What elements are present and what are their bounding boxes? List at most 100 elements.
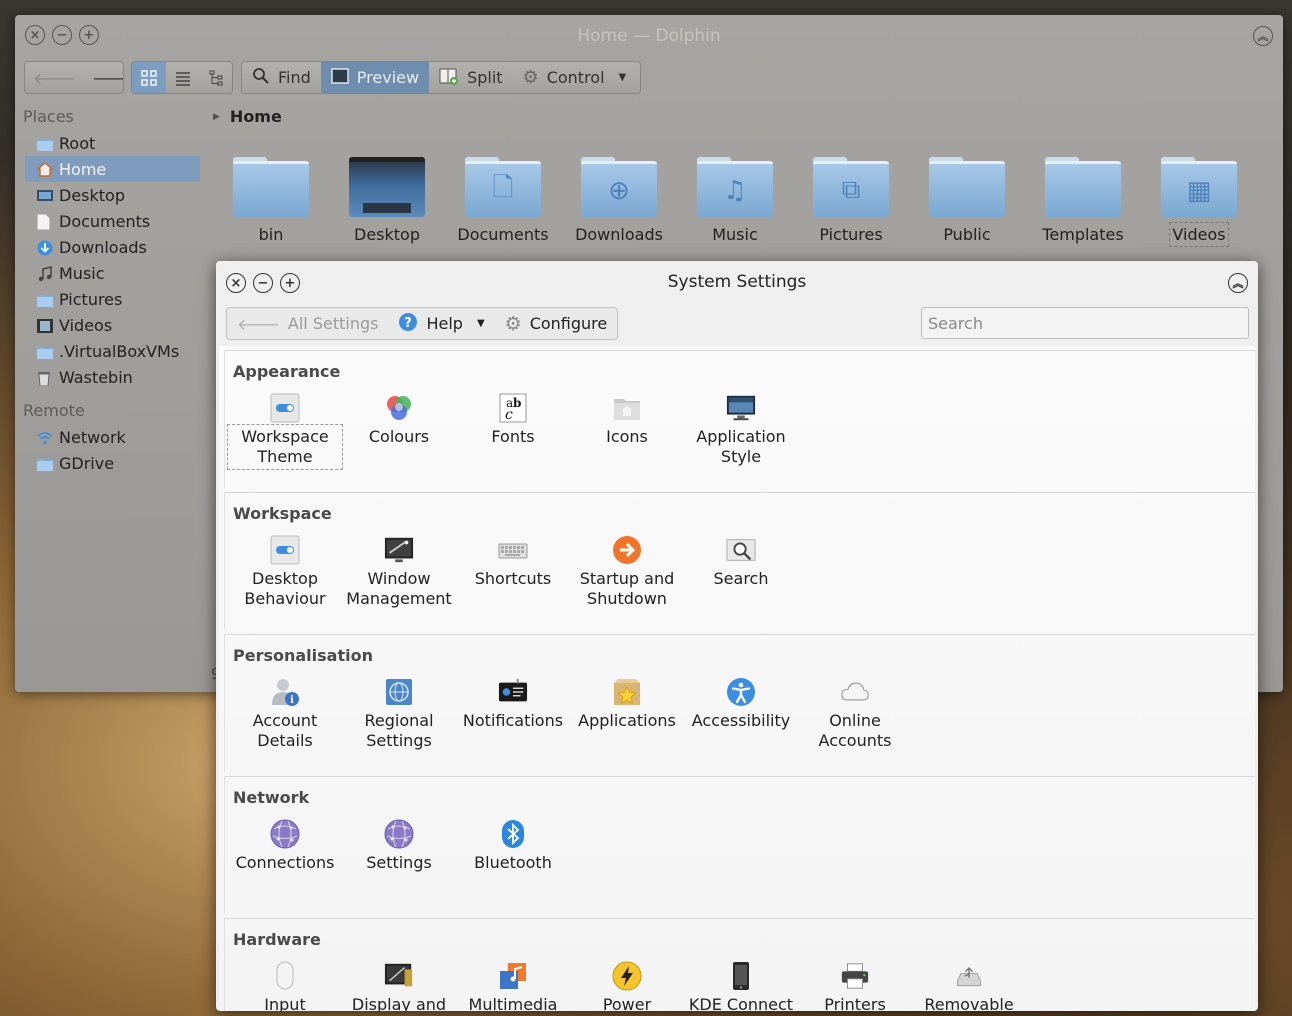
- module-display-and[interactable]: Display and: [344, 961, 454, 1011]
- folder-item[interactable]: ▦ Videos: [1141, 153, 1257, 247]
- places-item-music[interactable]: Music: [25, 260, 200, 286]
- module-label-line1: Online: [829, 711, 881, 730]
- module-label: Multimedia: [458, 995, 568, 1011]
- module-multimedia[interactable]: Multimedia: [458, 961, 568, 1011]
- control-label: Control: [546, 68, 605, 87]
- places-item-documents[interactable]: Documents: [25, 208, 200, 234]
- folder-label: Videos: [1169, 222, 1229, 247]
- places-item-network[interactable]: Network: [25, 424, 200, 450]
- monitor-icon: [726, 393, 756, 423]
- module-connections[interactable]: Connections: [230, 819, 340, 873]
- module-label: Settings: [344, 853, 454, 873]
- places-item-downloads[interactable]: Downloads: [25, 234, 200, 260]
- module-notifications[interactable]: Notifications: [458, 677, 568, 731]
- search-input[interactable]: [921, 307, 1249, 339]
- all-settings-button[interactable]: 🡐 All Settings: [227, 308, 388, 339]
- module-desktop-behaviour[interactable]: Desktop Behaviour: [230, 535, 340, 609]
- module-label-line1: Search: [713, 569, 769, 588]
- notification-icon: [498, 677, 528, 707]
- section-title: Appearance: [233, 362, 341, 381]
- module-settings[interactable]: Settings: [344, 819, 454, 873]
- module-label-line2: Details: [257, 731, 313, 750]
- module-label-line1: Icons: [606, 427, 648, 446]
- places-item-desktop[interactable]: Desktop: [25, 182, 200, 208]
- module-label-line1: Account: [252, 711, 318, 730]
- help-button[interactable]: ? Help ▼: [388, 308, 494, 339]
- module-accessibility[interactable]: Accessibility: [686, 677, 796, 731]
- folder-item[interactable]: bin: [213, 153, 329, 244]
- details-view-icon[interactable]: [166, 62, 200, 93]
- places-item-wastebin[interactable]: Wastebin: [25, 364, 200, 390]
- folder-item[interactable]: Templates: [1025, 153, 1141, 244]
- places-item-label: Network: [59, 427, 126, 447]
- places-item-home[interactable]: Home: [25, 156, 200, 182]
- section-hardware: Hardware Input Display and Multimedia Power K…: [224, 918, 1255, 1011]
- module-input[interactable]: Input: [230, 961, 340, 1011]
- back-arrow-icon[interactable]: 🡐: [25, 62, 84, 93]
- preview-button[interactable]: Preview: [320, 62, 430, 93]
- icons-view-icon[interactable]: [132, 62, 166, 93]
- folder-item[interactable]: Public: [909, 153, 1025, 244]
- magnifier-icon: [252, 67, 270, 89]
- usb-drive-icon: [954, 961, 984, 991]
- module-kde-connect[interactable]: KDE Connect: [686, 961, 796, 1011]
- svg-text:?: ?: [405, 316, 413, 331]
- places-item-label: Documents: [59, 211, 151, 231]
- svg-text:i: i: [290, 695, 294, 706]
- svg-text:c: c: [505, 407, 513, 423]
- module-shortcuts[interactable]: Shortcuts: [458, 535, 568, 589]
- places-item-label: Pictures: [59, 289, 123, 309]
- module-icons[interactable]: Icons: [572, 393, 682, 447]
- module-colours[interactable]: Colours: [344, 393, 454, 447]
- tree-view-icon[interactable]: [200, 62, 232, 93]
- folder-item[interactable]: ⊕ Downloads: [561, 153, 677, 244]
- configure-button[interactable]: ⚙ Configure: [495, 308, 618, 339]
- module-search[interactable]: Search: [686, 535, 796, 589]
- remote-header: Remote: [23, 401, 85, 420]
- folder-label: Documents: [457, 225, 549, 244]
- places-item-gdrive[interactable]: GDrive: [25, 450, 200, 476]
- module-account-details[interactable]: i Account Details: [230, 677, 340, 751]
- module-regional-settings[interactable]: Regional Settings: [344, 677, 454, 751]
- forward-arrow-icon[interactable]: 🡒: [84, 62, 123, 93]
- chevron-right-icon[interactable]: ▶: [213, 112, 220, 122]
- module-printers[interactable]: Printers: [800, 961, 910, 1011]
- module-online-accounts[interactable]: Online Accounts: [800, 677, 910, 751]
- module-workspace-theme[interactable]: Workspace Theme: [227, 393, 343, 470]
- module-label: KDE Connect: [686, 995, 796, 1011]
- module-applications[interactable]: Applications: [572, 677, 682, 731]
- view-mode-group: [131, 61, 233, 94]
- module-label: Display and: [344, 995, 454, 1011]
- shade-icon[interactable]: ︽: [1253, 26, 1273, 46]
- folder-label: Downloads: [575, 225, 663, 244]
- places-item-virtualboxvms[interactable]: .VirtualBoxVMs: [25, 338, 200, 364]
- folder-item[interactable]: 🗋 Documents: [445, 153, 561, 244]
- home-icon: [36, 162, 54, 177]
- module-window-management[interactable]: Window Management: [344, 535, 454, 609]
- globe-icon: [384, 677, 414, 707]
- places-item-label: .VirtualBoxVMs: [59, 341, 180, 361]
- control-button[interactable]: ⚙ Control ▼: [513, 62, 637, 93]
- shade-icon[interactable]: ︽: [1228, 273, 1248, 293]
- places-item-videos[interactable]: Videos: [25, 312, 200, 338]
- find-button[interactable]: Find: [242, 62, 321, 93]
- folder-item[interactable]: ♫ Music: [677, 153, 793, 244]
- module-label: Removable: [914, 995, 1024, 1011]
- module-label-line2: Style: [720, 447, 762, 466]
- module-bluetooth[interactable]: Bluetooth: [458, 819, 568, 873]
- configure-label: Configure: [529, 314, 608, 333]
- module-startup-and-shutdown[interactable]: Startup and Shutdown: [572, 535, 682, 609]
- module-fonts[interactable]: a b c Fonts: [458, 393, 568, 447]
- folder-item[interactable]: ⧉ Pictures: [793, 153, 909, 244]
- breadcrumb-home[interactable]: Home: [230, 107, 282, 126]
- folder-item[interactable]: Desktop: [329, 153, 445, 244]
- split-button[interactable]: Split: [429, 62, 512, 93]
- module-label-line1: Applications: [578, 711, 676, 730]
- module-power[interactable]: Power: [572, 961, 682, 1011]
- folder-icon: [37, 456, 53, 471]
- places-item-root[interactable]: Root: [25, 130, 200, 156]
- module-removable[interactable]: Removable: [914, 961, 1024, 1011]
- desktop-icon: [37, 188, 53, 202]
- module-application-style[interactable]: Application Style: [686, 393, 796, 467]
- places-item-pictures[interactable]: Pictures: [25, 286, 200, 312]
